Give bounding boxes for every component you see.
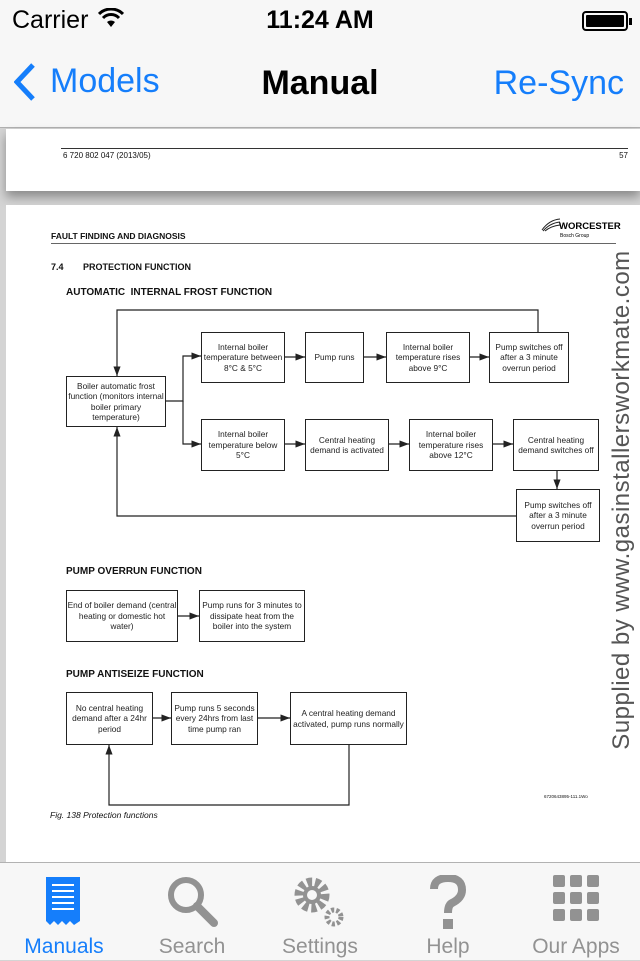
document-icon xyxy=(46,877,80,925)
gear-icon xyxy=(294,877,344,927)
flow-box: Pump switches off after a 3 minute overr… xyxy=(489,332,569,383)
tab-manuals[interactable]: Manuals xyxy=(0,863,128,961)
flow-box: Pump runs xyxy=(305,332,364,383)
antiseize-title: PUMP ANTISEIZE FUNCTION xyxy=(66,669,204,680)
flow-box: End of boiler demand (central heating or… xyxy=(66,590,178,642)
flow-box: Internal boiler temperature between 8°C … xyxy=(201,332,285,383)
flow-box: Central heating demand is activated xyxy=(305,419,389,471)
figure-caption: Fig. 138 Protection functions xyxy=(50,810,158,820)
tab-label: Our Apps xyxy=(532,935,620,958)
question-icon xyxy=(430,875,467,929)
flow-box: Pump runs for 3 minutes to dissipate hea… xyxy=(199,590,305,642)
magnifier-icon xyxy=(168,877,218,927)
flow-box: No central heating demand after a 24hr p… xyxy=(66,692,153,745)
flow-box: Pump switches off after a 3 minute overr… xyxy=(516,489,600,542)
watermark: Supplied by www.gasinstallersworkmate.co… xyxy=(608,250,635,750)
flow-box: Central heating demand switches off xyxy=(513,419,599,471)
flow-box: Internal boiler temperature rises above … xyxy=(409,419,493,471)
figure-code: 6720643895-111.1Wo xyxy=(544,794,588,799)
grid-icon xyxy=(553,875,599,921)
tab-label: Manuals xyxy=(24,935,104,958)
tab-help[interactable]: Help xyxy=(384,863,512,961)
tab-label: Settings xyxy=(282,935,358,958)
tab-search[interactable]: Search xyxy=(128,863,256,961)
tab-our-apps[interactable]: Our Apps xyxy=(512,863,640,961)
tab-label: Help xyxy=(426,935,470,958)
tab-label: Search xyxy=(158,935,226,958)
flow-box: Pump runs 5 seconds every 24hrs from las… xyxy=(171,692,258,745)
frost-start-box: Boiler automatic frost function (monitor… xyxy=(66,376,166,427)
tab-bar: Manuals Search Settings Help Our Apps xyxy=(0,862,640,960)
flow-box: Internal boiler temperature below 5°C xyxy=(201,419,285,471)
flow-box: Internal boiler temperature rises above … xyxy=(386,332,470,383)
tab-settings[interactable]: Settings xyxy=(256,863,384,961)
overrun-title: PUMP OVERRUN FUNCTION xyxy=(66,566,202,577)
pdf-content: FAULT FINDING AND DIAGNOSIS WORCESTER Bo… xyxy=(0,0,640,860)
flow-box: A central heating demand activated, pump… xyxy=(290,692,407,745)
